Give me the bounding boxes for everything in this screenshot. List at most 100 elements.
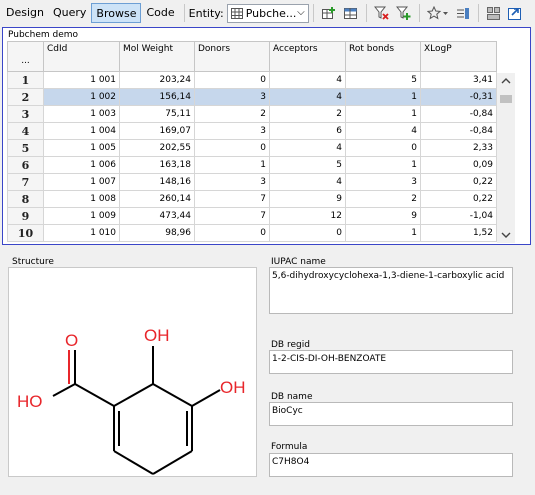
- cell-rot-bonds[interactable]: 3: [345, 173, 421, 191]
- tab-code[interactable]: Code: [142, 3, 178, 23]
- row-number[interactable]: 2: [7, 88, 44, 106]
- formula-field[interactable]: C7H8O4: [269, 453, 513, 477]
- cell-mol-weight[interactable]: 202,55: [119, 139, 195, 157]
- list-settings-icon[interactable]: [454, 4, 472, 22]
- cell-mol-weight[interactable]: 148,16: [119, 173, 195, 191]
- cell-mol-weight[interactable]: 473,44: [119, 207, 195, 225]
- cell-rot-bonds[interactable]: 0: [345, 139, 421, 157]
- cell-xlogp[interactable]: 0,22: [420, 173, 497, 191]
- column-header-acceptors[interactable]: Acceptors: [269, 41, 346, 72]
- cell-acceptors[interactable]: 4: [269, 88, 346, 106]
- row-number[interactable]: 8: [7, 190, 44, 208]
- cell-donors[interactable]: 7: [194, 190, 270, 208]
- cell-cdid[interactable]: 1 010: [43, 224, 120, 242]
- vertical-scrollbar[interactable]: [497, 73, 515, 243]
- cell-donors[interactable]: 3: [194, 173, 270, 191]
- cell-rot-bonds[interactable]: 1: [345, 224, 421, 242]
- row-number[interactable]: 7: [7, 173, 44, 191]
- cell-mol-weight[interactable]: 260,14: [119, 190, 195, 208]
- cell-mol-weight[interactable]: 75,11: [119, 105, 195, 123]
- cell-mol-weight[interactable]: 163,18: [119, 156, 195, 174]
- table-row-selected[interactable]: 2 1 002 156,14 3 4 1 -0,31: [7, 88, 497, 106]
- scrollbar-thumb[interactable]: [500, 95, 512, 103]
- cell-rot-bonds[interactable]: 5: [345, 71, 421, 89]
- table-row[interactable]: 9 1 009 473,44 7 12 9 -1,04: [7, 207, 497, 225]
- cell-cdid[interactable]: 1 003: [43, 105, 120, 123]
- cell-cdid[interactable]: 1 002: [43, 88, 120, 106]
- star-icon[interactable]: [426, 4, 450, 22]
- scroll-up-icon[interactable]: [501, 77, 511, 84]
- grid-corner-button[interactable]: ...: [7, 41, 44, 72]
- structure-viewer[interactable]: O HO OH OH: [8, 267, 257, 477]
- table-row[interactable]: 7 1 007 148,16 3 4 3 0,22: [7, 173, 497, 191]
- table-row[interactable]: 5 1 005 202,55 0 4 0 2,33: [7, 139, 497, 157]
- cell-acceptors[interactable]: 4: [269, 173, 346, 191]
- cell-cdid[interactable]: 1 009: [43, 207, 120, 225]
- cell-cdid[interactable]: 1 007: [43, 173, 120, 191]
- iupac-name-field[interactable]: 5,6-dihydroxycyclohexa-1,3-diene-1-carbo…: [269, 267, 513, 314]
- row-number[interactable]: 6: [7, 156, 44, 174]
- cell-xlogp[interactable]: 3,41: [420, 71, 497, 89]
- cell-rot-bonds[interactable]: 1: [345, 156, 421, 174]
- cell-rot-bonds[interactable]: 4: [345, 122, 421, 140]
- cell-mol-weight[interactable]: 203,24: [119, 71, 195, 89]
- add-row-icon[interactable]: [320, 4, 338, 22]
- cell-xlogp[interactable]: 1,52: [420, 224, 497, 242]
- cell-donors[interactable]: 0: [194, 224, 270, 242]
- cell-acceptors[interactable]: 2: [269, 105, 346, 123]
- cell-xlogp[interactable]: -0,84: [420, 105, 497, 123]
- cell-cdid[interactable]: 1 004: [43, 122, 120, 140]
- cell-donors[interactable]: 2: [194, 105, 270, 123]
- cell-rot-bonds[interactable]: 1: [345, 88, 421, 106]
- cell-acceptors[interactable]: 0: [269, 224, 346, 242]
- cell-mol-weight[interactable]: 98,96: [119, 224, 195, 242]
- cell-acceptors[interactable]: 12: [269, 207, 346, 225]
- cell-cdid[interactable]: 1 001: [43, 71, 120, 89]
- row-number[interactable]: 1: [7, 71, 44, 89]
- filter-red-icon[interactable]: [373, 4, 391, 22]
- cell-donors[interactable]: 1: [194, 156, 270, 174]
- row-number[interactable]: 5: [7, 139, 44, 157]
- table-icon[interactable]: [342, 4, 360, 22]
- export-icon[interactable]: [507, 4, 525, 22]
- table-row[interactable]: 1 1 001 203,24 0 4 5 3,41: [7, 71, 497, 89]
- form-layout-icon[interactable]: [485, 4, 503, 22]
- column-header-rot-bonds[interactable]: Rot bonds: [345, 41, 421, 72]
- cell-xlogp[interactable]: -1,04: [420, 207, 497, 225]
- cell-acceptors[interactable]: 6: [269, 122, 346, 140]
- cell-cdid[interactable]: 1 008: [43, 190, 120, 208]
- row-number[interactable]: 9: [7, 207, 44, 225]
- entity-select[interactable]: Pubche... ⌵: [226, 3, 309, 23]
- cell-xlogp[interactable]: 0,09: [420, 156, 497, 174]
- db-name-field[interactable]: BioCyc: [269, 402, 513, 426]
- row-number[interactable]: 4: [7, 122, 44, 140]
- cell-mol-weight[interactable]: 169,07: [119, 122, 195, 140]
- cell-donors[interactable]: 0: [194, 139, 270, 157]
- cell-acceptors[interactable]: 4: [269, 71, 346, 89]
- scroll-down-icon[interactable]: [501, 232, 511, 239]
- table-row[interactable]: 4 1 004 169,07 3 6 4 -0,84: [7, 122, 497, 140]
- table-row[interactable]: 6 1 006 163,18 1 5 1 0,09: [7, 156, 497, 174]
- cell-donors[interactable]: 7: [194, 207, 270, 225]
- cell-xlogp[interactable]: -0,31: [420, 88, 497, 106]
- table-row[interactable]: 8 1 008 260,14 7 9 2 0,22: [7, 190, 497, 208]
- cell-xlogp[interactable]: -0,84: [420, 122, 497, 140]
- table-row[interactable]: 10 1 010 98,96 0 0 1 1,52: [7, 224, 497, 242]
- tab-query[interactable]: Query: [49, 3, 90, 23]
- cell-xlogp[interactable]: 0,22: [420, 190, 497, 208]
- column-header-donors[interactable]: Donors: [194, 41, 270, 72]
- cell-rot-bonds[interactable]: 2: [345, 190, 421, 208]
- cell-xlogp[interactable]: 2,33: [420, 139, 497, 157]
- column-header-mol-weight[interactable]: Mol Weight: [119, 41, 195, 72]
- tab-browse[interactable]: Browse: [91, 3, 142, 23]
- cell-rot-bonds[interactable]: 9: [345, 207, 421, 225]
- table-row[interactable]: 3 1 003 75,11 2 2 1 -0,84: [7, 105, 497, 123]
- tab-design[interactable]: Design: [2, 3, 48, 23]
- cell-cdid[interactable]: 1 006: [43, 156, 120, 174]
- cell-acceptors[interactable]: 4: [269, 139, 346, 157]
- cell-donors[interactable]: 0: [194, 71, 270, 89]
- cell-acceptors[interactable]: 9: [269, 190, 346, 208]
- row-number[interactable]: 3: [7, 105, 44, 123]
- cell-donors[interactable]: 3: [194, 88, 270, 106]
- filter-green-icon[interactable]: [395, 4, 413, 22]
